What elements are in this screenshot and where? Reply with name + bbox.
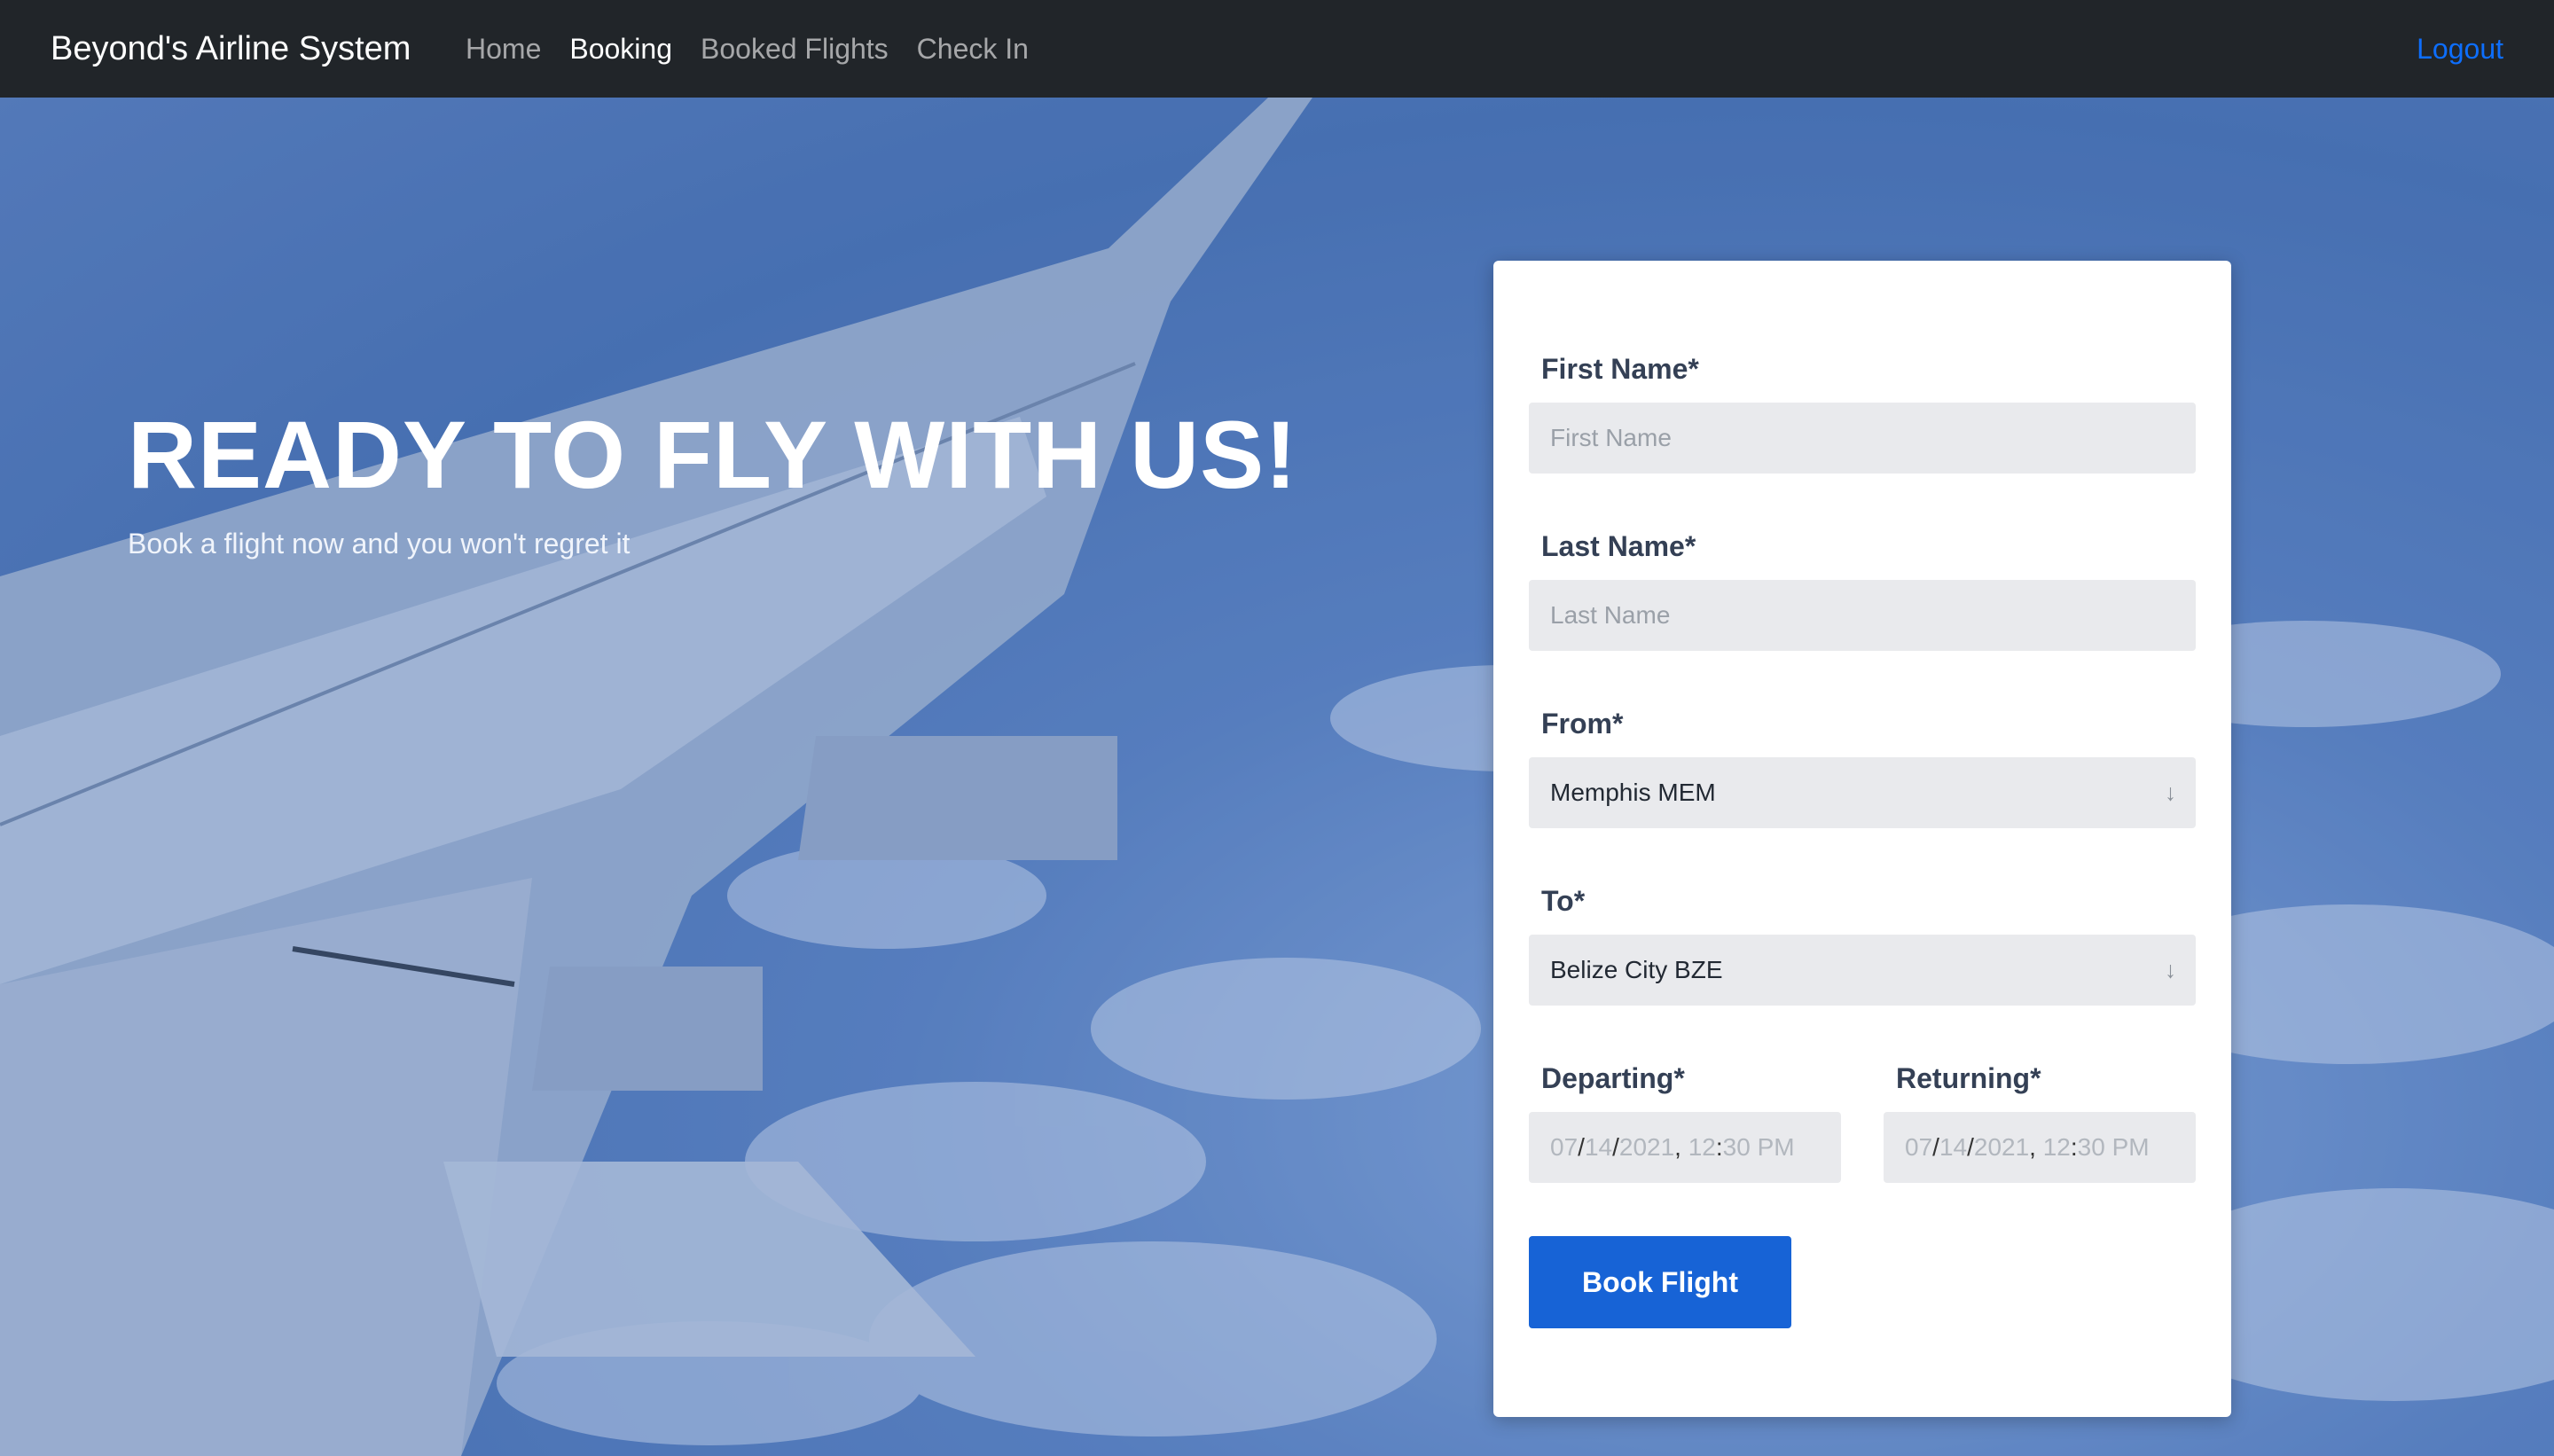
to-selected-value: Belize City BZE [1550, 956, 1723, 983]
returning-hour[interactable]: 12 [2043, 1133, 2071, 1162]
departing-day[interactable]: 14 [1585, 1133, 1612, 1162]
logout-link[interactable]: Logout [2417, 0, 2503, 98]
departing-ampm[interactable]: PM [1758, 1133, 1795, 1162]
nav-links: Home Booking Booked Flights Check In [466, 0, 1057, 98]
departing-datetime-input[interactable]: 07/14/2021, 12:30 PM [1529, 1112, 1841, 1183]
to-label: To* [1541, 885, 1586, 917]
book-flight-button[interactable]: Book Flight [1529, 1236, 1791, 1328]
nav-link-booked-flights[interactable]: Booked Flights [701, 33, 889, 66]
returning-datetime-input[interactable]: 07/14/2021, 12:30 PM [1884, 1112, 2196, 1183]
to-select[interactable]: Belize City BZE ↓ [1529, 935, 2196, 1006]
departing-year[interactable]: 2021 [1619, 1133, 1674, 1162]
returning-ampm[interactable]: PM [2112, 1133, 2150, 1162]
departing-label: Departing* [1541, 1062, 1685, 1094]
returning-minute[interactable]: 30 [2078, 1133, 2105, 1162]
from-select[interactable]: Memphis MEM ↓ [1529, 757, 2196, 828]
departing-minute[interactable]: 30 [1723, 1133, 1751, 1162]
departing-month[interactable]: 07 [1550, 1133, 1578, 1162]
hero-subheadline: Book a flight now and you won't regret i… [128, 528, 631, 560]
last-name-placeholder: Last Name [1550, 601, 1671, 629]
from-selected-value: Memphis MEM [1550, 779, 1716, 806]
first-name-input[interactable]: First Name [1529, 403, 2196, 474]
nav-link-check-in[interactable]: Check In [917, 33, 1029, 66]
last-name-input[interactable]: Last Name [1529, 580, 2196, 651]
returning-month[interactable]: 07 [1905, 1133, 1932, 1162]
navbar: Beyond's Airline System Home Booking Boo… [0, 0, 2554, 98]
hero-headline: READY TO FLY WITH US! [128, 401, 1298, 508]
departing-hour[interactable]: 12 [1688, 1133, 1716, 1162]
arrow-down-icon: ↓ [2165, 779, 2176, 806]
nav-link-home[interactable]: Home [466, 33, 541, 66]
from-label: From* [1541, 708, 1624, 740]
nav-link-booking[interactable]: Booking [569, 33, 672, 66]
returning-year[interactable]: 2021 [1974, 1133, 2029, 1162]
first-name-label: First Name* [1541, 353, 1699, 385]
arrow-down-icon: ↓ [2165, 956, 2176, 983]
last-name-label: Last Name* [1541, 530, 1696, 562]
brand-logo-text[interactable]: Beyond's Airline System [51, 0, 411, 98]
returning-label: Returning* [1896, 1062, 2041, 1094]
first-name-placeholder: First Name [1550, 424, 1672, 451]
returning-day[interactable]: 14 [1939, 1133, 1967, 1162]
booking-form-card: First Name* First Name Last Name* Last N… [1493, 261, 2231, 1417]
